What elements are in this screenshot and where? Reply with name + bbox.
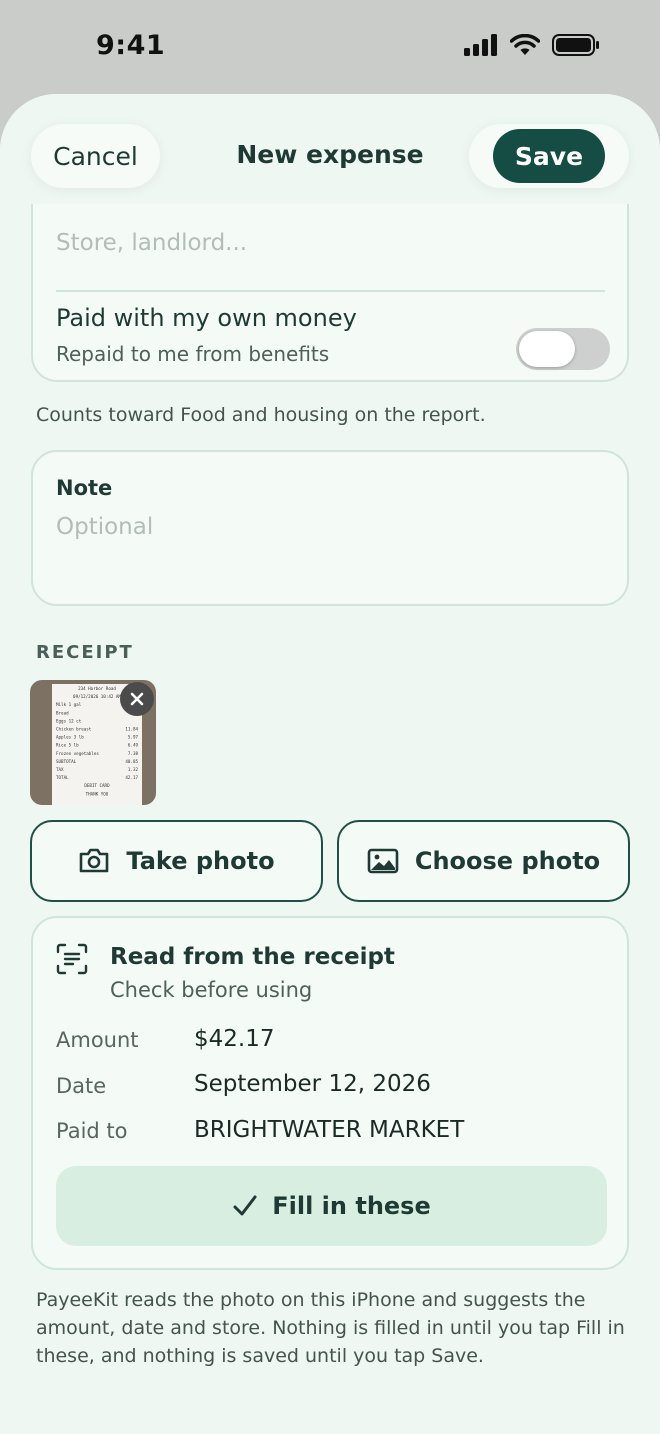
receipt-line: Frozen vegetables [56,751,99,756]
amount-label: Amount [56,1028,139,1052]
receipt-line: TAX [56,767,64,772]
choose-photo-label: Choose photo [414,847,601,875]
own-money-subtitle: Repaid to me from benefits [56,342,330,366]
take-photo-label: Take photo [126,847,275,875]
date-value: September 12, 2026 [194,1071,431,1097]
wifi-icon [510,34,540,55]
own-money-toggle[interactable] [516,328,610,370]
save-button[interactable]: Save [493,129,605,183]
receipt-price: 42.17 [125,775,138,780]
fill-in-label: Fill in these [272,1192,431,1220]
receipt-price: 1.32 [128,767,139,772]
choose-photo-button[interactable]: Choose photo [337,820,630,902]
status-time: 9:41 [96,30,166,61]
battery-icon [552,34,599,56]
read-title: Read from the receipt [110,944,395,970]
close-icon [130,692,144,706]
paid-to-label: Paid to [56,1119,128,1143]
receipt-line: THANK YOU [86,791,109,796]
status-bar: 9:41 [0,0,660,96]
receipt-line: Rice 5 lb [56,743,79,748]
paid-to-value: BRIGHTWATER MARKET [194,1117,465,1143]
cellular-signal-icon [464,34,497,56]
receipt-line: Milk 1 gal [56,702,82,707]
save-button-wrap: Save [469,124,629,188]
own-money-label: Paid with my own money [56,304,357,332]
receipt-line: Chicken breast [56,727,92,732]
receipt-section-label: RECEIPT [36,642,134,663]
receipt-line: SUBTOTAL [56,759,77,764]
note-card: Note Optional [31,450,629,606]
checkmark-icon [233,1195,257,1216]
receipt-line: Eggs 12 ct [56,718,82,723]
camera-icon [80,848,109,873]
note-label: Note [56,476,113,500]
receipt-price: 11.84 [125,727,138,732]
image-icon [367,848,399,874]
remove-receipt-button[interactable] [120,682,154,716]
receipt-line: 09/12/2026 10:42 AM [73,694,121,699]
sheet-header: Cancel New expense Save [0,94,660,204]
category-note: Counts toward Food and housing on the re… [36,404,486,426]
amount-value: $42.17 [194,1026,275,1052]
receipt-read-card: Read from the receipt Check before using… [31,916,629,1270]
receipt-price: 6.49 [128,743,139,748]
fill-in-button[interactable]: Fill in these [56,1166,607,1246]
privacy-note: PayeeKit reads the photo on this iPhone … [36,1289,625,1367]
receipt-price: 40.85 [125,759,138,764]
new-expense-sheet: Store, landlord... Paid with my own mone… [0,94,660,1434]
status-icons [464,34,600,56]
payee-input[interactable]: Store, landlord... [56,230,247,256]
receipt-line: Apples 3 lb [56,735,84,740]
receipt-line: DEBIT CARD [84,783,110,788]
note-input[interactable]: Optional [56,514,153,540]
receipt-price: 5.97 [128,735,139,740]
receipt-line: TOTAL [56,775,69,780]
read-subtitle: Check before using [110,978,313,1002]
receipt-price: 7.38 [128,751,139,756]
receipt-line: Bread [56,710,69,715]
toggle-knob [519,331,575,367]
date-label: Date [56,1074,107,1098]
document-scan-icon [56,943,88,975]
take-photo-button[interactable]: Take photo [30,820,323,902]
receipt-line: 234 Harbor Road [78,686,116,691]
divider [56,290,605,292]
